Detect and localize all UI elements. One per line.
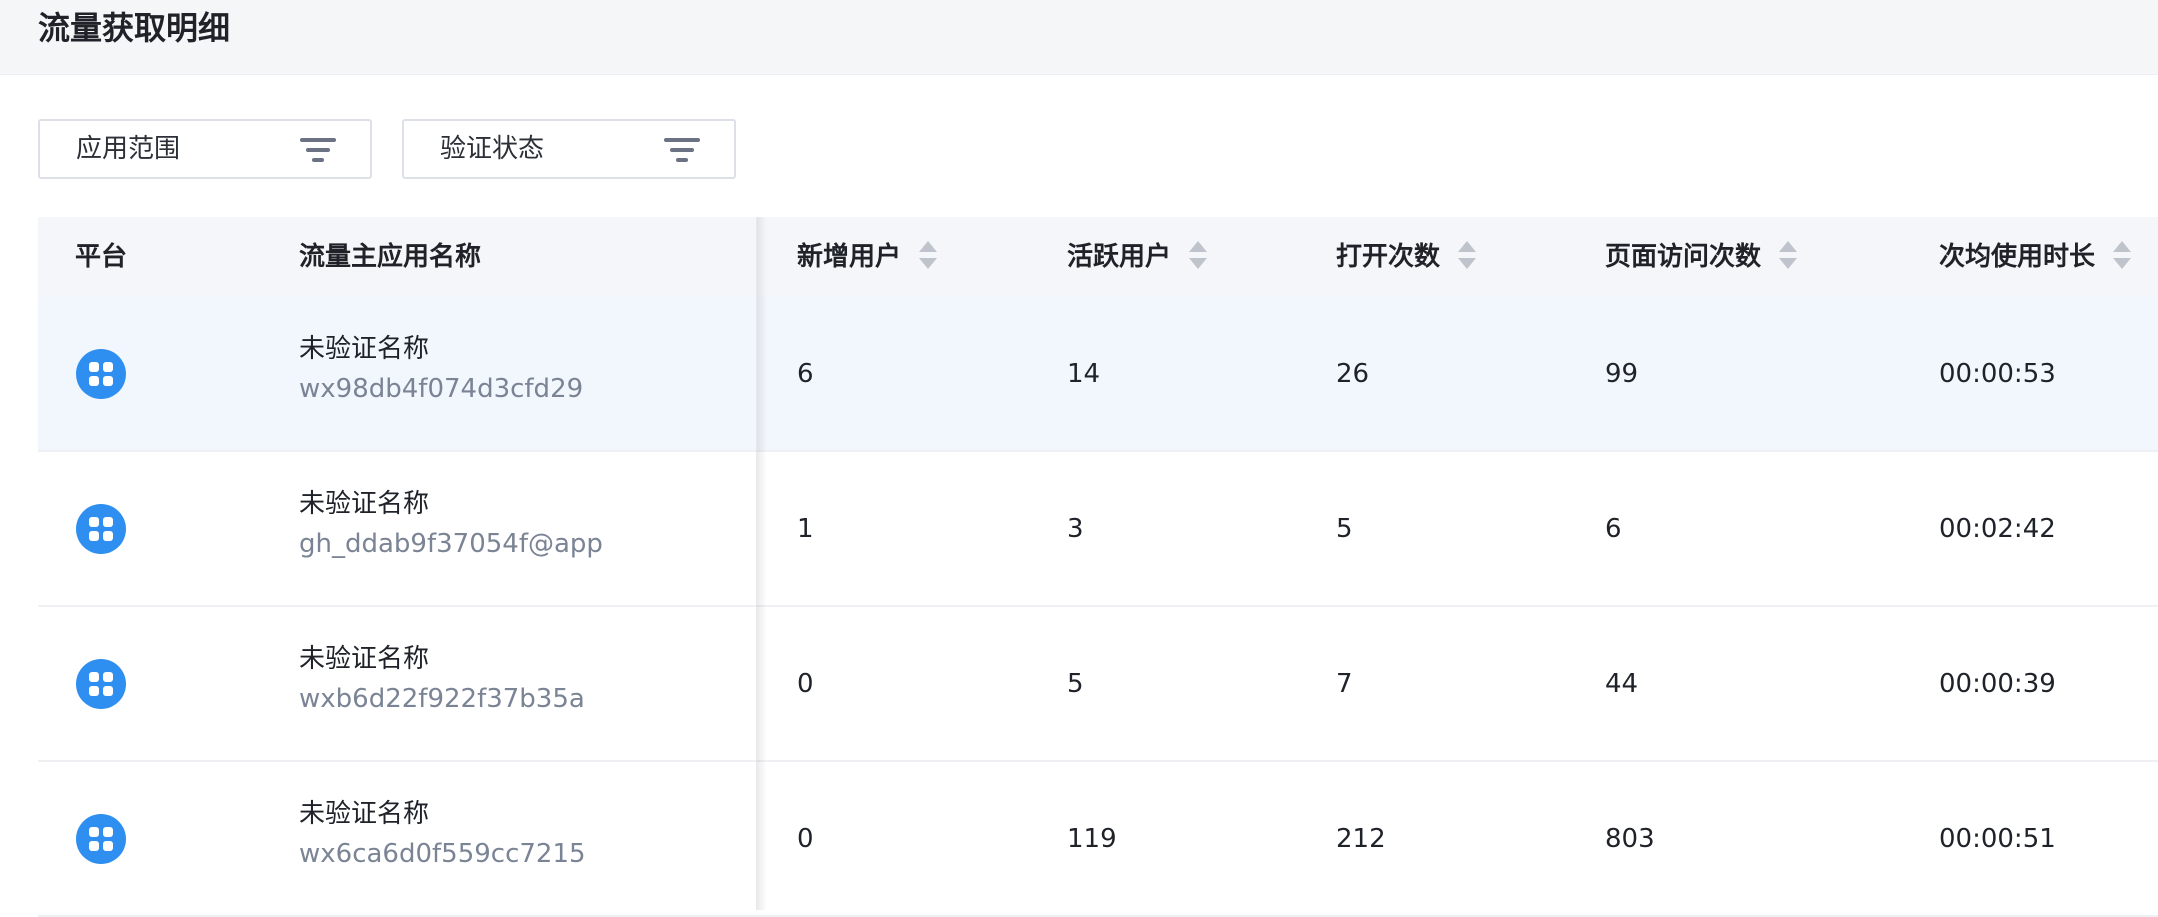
column-header-active-users[interactable]: 活跃用户 [1067,217,1208,297]
column-header-label: 次均使用时长 [1939,242,2096,272]
app-name: 未验证名称 [299,334,430,364]
column-header-app-name: 流量主应用名称 [299,242,482,272]
sort-icon[interactable] [1458,240,1477,271]
active-users-value: 119 [1067,823,1117,854]
mini-program-icon [76,504,126,554]
new-users-value: 0 [797,823,814,854]
opens-value: 5 [1336,513,1353,544]
avg-duration-value: 00:00:39 [1939,668,2056,699]
traffic-table: 平台 流量主应用名称 新增用户 活跃用户 打开次数 页面访问次数 次均使用时长 … [38,217,2158,917]
column-header-platform: 平台 [75,242,128,272]
table-header: 平台 流量主应用名称 新增用户 活跃用户 打开次数 页面访问次数 次均使用时长 [38,217,2158,297]
app-name: 未验证名称 [299,644,430,674]
page-header: 流量获取明细 [0,0,2158,75]
app-id: gh_ddab9f37054f@app [299,529,603,559]
sort-icon[interactable] [919,240,938,271]
filter-app-scope[interactable]: 应用范围 [38,119,372,179]
column-header-label: 页面访问次数 [1605,242,1762,272]
column-header-avg-duration[interactable]: 次均使用时长 [1939,217,2132,297]
filter-icon [664,136,700,164]
avg-duration-value: 00:02:42 [1939,513,2056,544]
table-row[interactable]: 未验证名称 wx6ca6d0f559cc7215 0 119 212 803 0… [38,762,2158,917]
filter-label: 验证状态 [440,134,545,164]
active-users-value: 3 [1067,513,1084,544]
active-users-value: 5 [1067,668,1084,699]
page-views-value: 6 [1605,513,1622,544]
column-header-new-users[interactable]: 新增用户 [797,217,938,297]
mini-program-icon [76,814,126,864]
column-header-label: 新增用户 [797,242,902,272]
new-users-value: 0 [797,668,814,699]
app-id: wxb6d22f922f37b35a [299,684,585,714]
sort-icon[interactable] [1779,240,1798,271]
app-id: wx6ca6d0f559cc7215 [299,839,586,869]
mini-program-icon [76,349,126,399]
page-title: 流量获取明细 [38,9,231,47]
new-users-value: 1 [797,513,814,544]
table-row[interactable]: 未验证名称 wx98db4f074d3cfd29 6 14 26 99 00:0… [38,297,2158,452]
opens-value: 212 [1336,823,1386,854]
app-name: 未验证名称 [299,489,430,519]
fixed-column-shadow [757,217,767,910]
sort-icon[interactable] [2113,240,2132,271]
filter-label: 应用范围 [76,134,181,164]
avg-duration-value: 00:00:51 [1939,823,2056,854]
filter-icon [300,136,336,164]
table-row[interactable]: 未验证名称 gh_ddab9f37054f@app 1 3 5 6 00:02:… [38,452,2158,607]
column-header-opens[interactable]: 打开次数 [1336,217,1477,297]
opens-value: 7 [1336,668,1353,699]
new-users-value: 6 [797,358,814,389]
app-name: 未验证名称 [299,799,430,829]
active-users-value: 14 [1067,358,1101,389]
page-views-value: 44 [1605,668,1639,699]
column-header-label: 打开次数 [1336,242,1441,272]
table-row[interactable]: 未验证名称 wxb6d22f922f37b35a 0 5 7 44 00:00:… [38,607,2158,762]
sort-icon[interactable] [1189,240,1208,271]
filter-verification-status[interactable]: 验证状态 [402,119,736,179]
app-id: wx98db4f074d3cfd29 [299,374,584,404]
page-views-value: 803 [1605,823,1655,854]
opens-value: 26 [1336,358,1370,389]
column-header-page-views[interactable]: 页面访问次数 [1605,217,1798,297]
page-views-value: 99 [1605,358,1639,389]
mini-program-icon [76,659,126,709]
avg-duration-value: 00:00:53 [1939,358,2056,389]
column-header-label: 活跃用户 [1067,242,1172,272]
